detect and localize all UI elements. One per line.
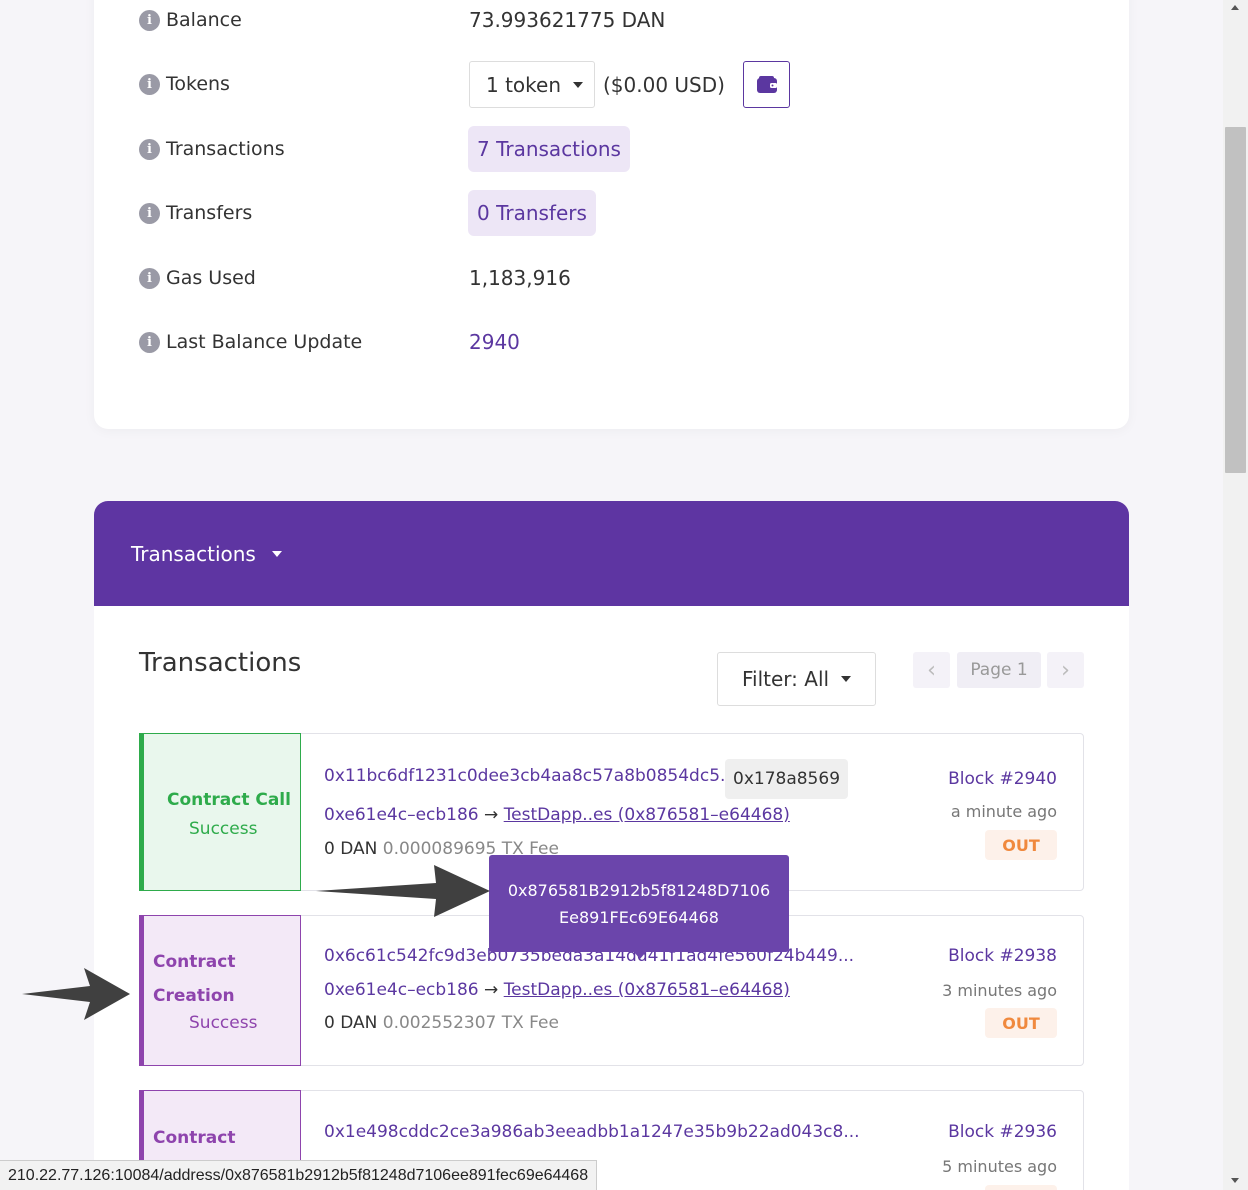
last-balance-update-link[interactable]: 2940 (469, 322, 520, 362)
direction-badge: OUT (985, 1008, 1057, 1038)
last-balance-update-row: i Last Balance Update (139, 322, 362, 362)
transaction-type-line1: Contract (153, 952, 236, 972)
arrow-right-icon: → (484, 980, 499, 1000)
block-link[interactable]: Block #2940 (948, 769, 1057, 789)
tile-type-panel: Contract Creation Success (139, 915, 301, 1066)
transaction-hash-link[interactable]: 0x1e498cddc2ce3a986ab3eeadbb1a1247e35b9b… (324, 1122, 860, 1142)
page-scrollbar[interactable] (1223, 0, 1248, 1190)
transaction-amount: 0 DAN (324, 839, 378, 859)
gas-used-row: i Gas Used (139, 258, 256, 298)
prev-page-button[interactable]: ‹ (913, 652, 950, 688)
browser-status-bar: 210.22.77.126:10084/address/0x876581b291… (0, 1160, 598, 1190)
tokens-row: i Tokens (139, 64, 230, 104)
tooltip-line1: 0x876581B2912b5f81248D7106 (507, 880, 771, 900)
info-icon[interactable]: i (139, 138, 160, 160)
transaction-type-line1: Contract (153, 1128, 236, 1148)
direction-badge: OUT (985, 830, 1057, 860)
balance-row: i Balance (139, 0, 242, 40)
transaction-amount: 0 DAN (324, 1013, 378, 1033)
wallet-icon (756, 75, 777, 93)
transaction-type: Contract Call (167, 790, 291, 810)
caret-down-icon (573, 81, 584, 88)
method-id-badge: 0x178a8569 (725, 759, 849, 799)
transaction-status: Success (189, 819, 258, 839)
transaction-age: 3 minutes ago (942, 981, 1057, 1000)
transaction-age: a minute ago (950, 802, 1057, 821)
transaction-fee: 0.002552307 TX Fee (382, 1013, 559, 1033)
annotation-arrow-icon (22, 968, 130, 1020)
transaction-value-fee: 0 DAN 0.002552307 TX Fee (324, 1013, 559, 1033)
tokens-dropdown-label: 1 token (486, 72, 562, 97)
gas-used-value: 1,183,916 (469, 266, 571, 290)
tokens-usd-value: ($0.00 USD) (603, 72, 725, 97)
transactions-count-link[interactable]: 7 Transactions (468, 126, 630, 172)
from-address-link[interactable]: 0xe61e4c–ecb186 (324, 980, 479, 1000)
to-address-link[interactable]: TestDapp..es (0x876581–e64468) (504, 980, 790, 1000)
transaction-age: 5 minutes ago (942, 1157, 1057, 1176)
info-icon[interactable]: i (139, 331, 160, 353)
caret-down-icon (841, 676, 852, 682)
next-page-button[interactable]: › (1047, 652, 1084, 688)
balance-label: Balance (166, 9, 242, 31)
annotation-arrow-icon (316, 865, 490, 917)
transaction-type-line2: Creation (153, 986, 235, 1006)
block-link[interactable]: Block #2938 (948, 946, 1057, 966)
scroll-up-icon[interactable] (1231, 5, 1239, 10)
page-number: Page 1 (957, 652, 1041, 688)
tooltip-line2: Ee891FEc69E64468 (559, 907, 719, 927)
transaction-addresses: 0xe61e4c–ecb186 → TestDapp..es (0x876581… (324, 980, 790, 1000)
transfers-count-link[interactable]: 0 Transfers (468, 190, 596, 236)
transfers-label: Transfers (166, 202, 253, 224)
tile-type-panel: Contract Call Success (139, 733, 301, 891)
tokens-label: Tokens (166, 73, 230, 95)
section-title: Transactions (139, 648, 302, 678)
balance-value: 73.993621775 DAN (469, 8, 666, 32)
transaction-status: Success (189, 1013, 258, 1033)
filter-label: Filter: All (742, 667, 830, 691)
transactions-tab-dropdown[interactable]: Transactions (131, 501, 282, 606)
address-tooltip: 0x876581B2912b5f81248D7106 Ee891FEc69E64… (489, 855, 789, 952)
transfers-row: i Transfers (139, 193, 252, 233)
info-icon[interactable]: i (139, 267, 160, 289)
direction-badge (985, 1185, 1057, 1190)
block-link[interactable]: Block #2936 (948, 1122, 1057, 1142)
info-icon[interactable]: i (139, 202, 160, 224)
to-address-link[interactable]: TestDapp..es (0x876581–e64468) (504, 805, 790, 825)
filter-dropdown[interactable]: Filter: All (717, 652, 876, 706)
tokens-dropdown[interactable]: 1 token (469, 61, 595, 108)
arrow-right-icon: → (484, 805, 499, 825)
info-icon[interactable]: i (139, 73, 160, 95)
info-icon[interactable]: i (139, 9, 160, 31)
gas-used-label: Gas Used (166, 267, 256, 289)
transactions-label: Transactions (166, 138, 285, 160)
transactions-panel-header: Transactions (94, 501, 1129, 606)
transaction-addresses: 0xe61e4c–ecb186 → TestDapp..es (0x876581… (324, 805, 790, 825)
transaction-hash-link[interactable]: 0x11bc6df1231c0dee3cb4aa8c57a8b0854dc5..… (324, 766, 736, 786)
transactions-tab-label: Transactions (131, 541, 256, 566)
from-address-link[interactable]: 0xe61e4c–ecb186 (324, 805, 479, 825)
last-balance-update-label: Last Balance Update (166, 331, 363, 353)
scroll-down-icon[interactable] (1231, 1178, 1239, 1183)
caret-down-icon (271, 550, 282, 557)
transactions-row: i Transactions (139, 129, 285, 169)
scrollbar-thumb[interactable] (1225, 127, 1246, 473)
wallet-button[interactable] (743, 61, 790, 108)
tooltip-pointer (634, 952, 646, 959)
